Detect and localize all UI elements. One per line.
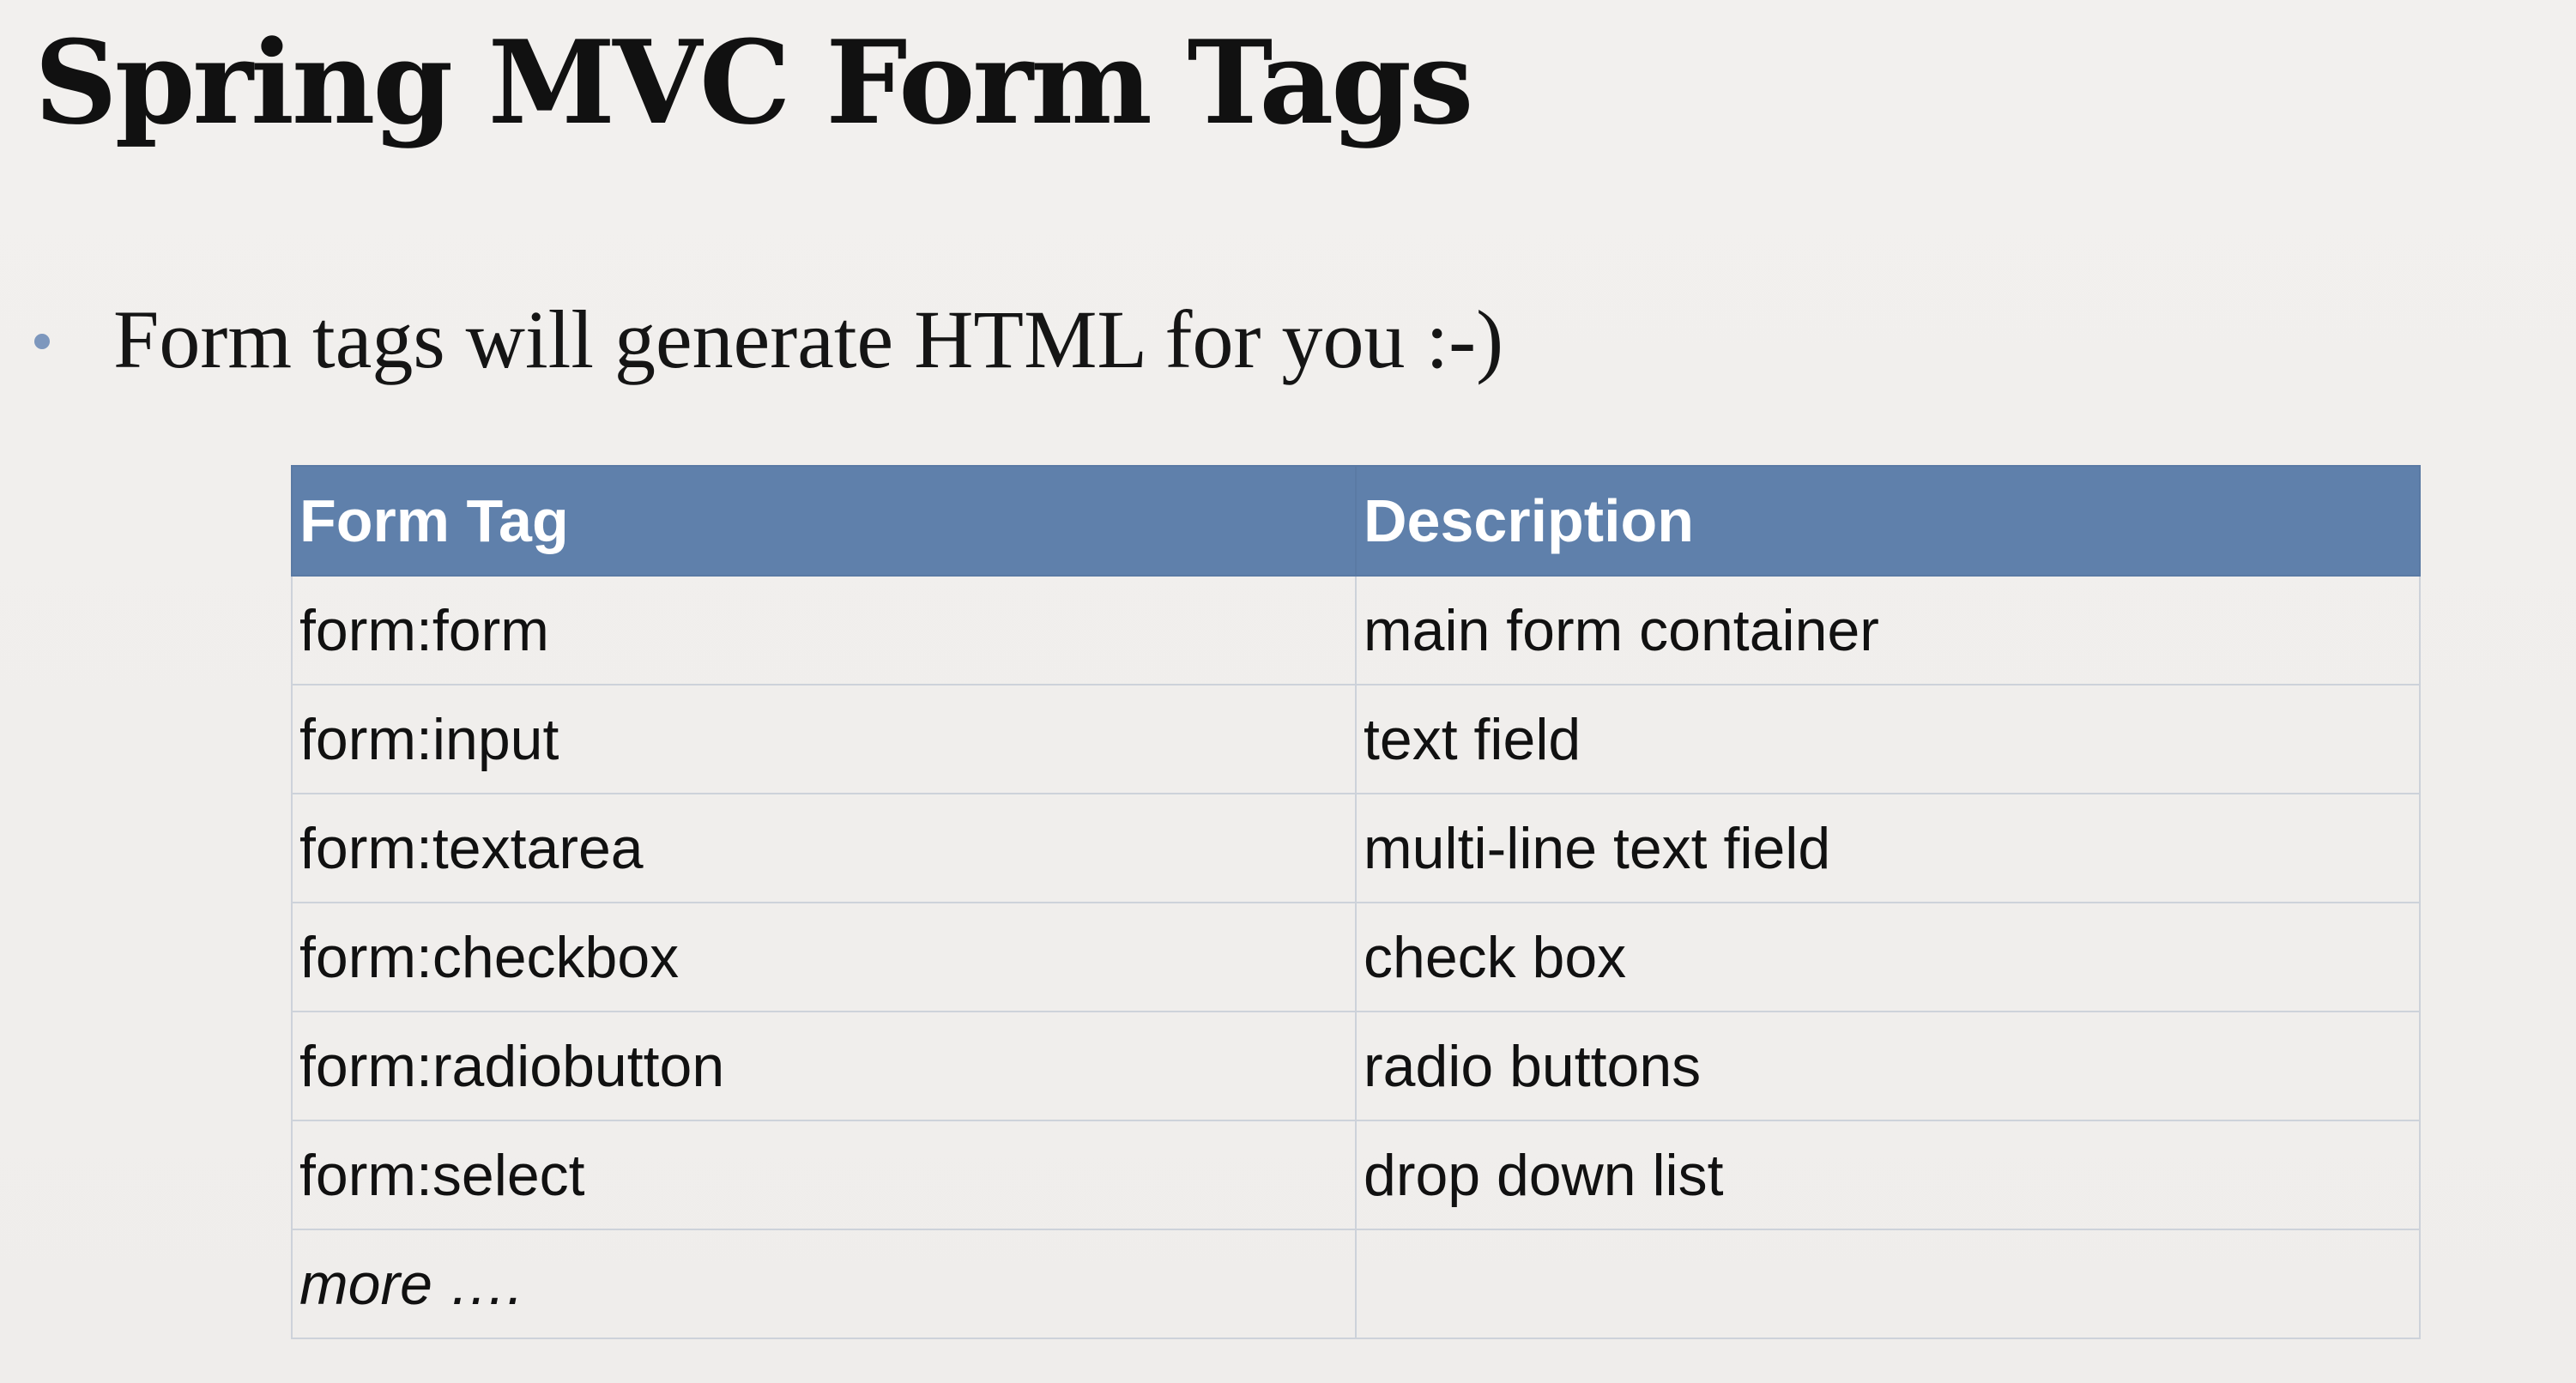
form-tag-cell: form:form [291,575,1357,685]
form-tags-table-container: Form Tag Description form:form main form… [291,465,2421,1339]
description-cell: multi-line text field [1355,793,2421,903]
table-row: form:textarea multi-line text field [291,793,2421,903]
description-cell: drop down list [1355,1120,2421,1230]
form-tag-cell-more: more …. [291,1229,1357,1339]
form-tag-cell: form:radiobutton [291,1011,1357,1121]
header-form-tag: Form Tag [291,465,1357,577]
table-row: more …. [291,1229,2421,1339]
table-row: form:radiobutton radio buttons [291,1011,2421,1121]
form-tag-cell: form:textarea [291,793,1357,903]
table-row: form:input text field [291,684,2421,794]
description-cell-empty [1355,1229,2421,1339]
form-tag-cell: form:input [291,684,1357,794]
table-row: form:checkbox check box [291,902,2421,1012]
table-row: form:select drop down list [291,1120,2421,1230]
form-tag-cell: form:checkbox [291,902,1357,1012]
header-description: Description [1355,465,2421,577]
table-row: form:form main form container [291,575,2421,685]
bullet-text: Form tags will generate HTML for you :-) [113,293,1504,385]
description-cell: text field [1355,684,2421,794]
bullet-dot-icon [34,334,50,349]
table-header-row: Form Tag Description [291,465,2421,577]
slide: Spring MVC Form Tags Form tags will gene… [0,0,2576,1383]
slide-title: Spring MVC Form Tags [34,15,1473,150]
form-tag-cell: form:select [291,1120,1357,1230]
description-cell: check box [1355,902,2421,1012]
description-cell: main form container [1355,575,2421,685]
bullet-item: Form tags will generate HTML for you :-) [34,283,1503,395]
form-tags-table: Form Tag Description form:form main form… [291,465,2421,1339]
description-cell: radio buttons [1355,1011,2421,1121]
